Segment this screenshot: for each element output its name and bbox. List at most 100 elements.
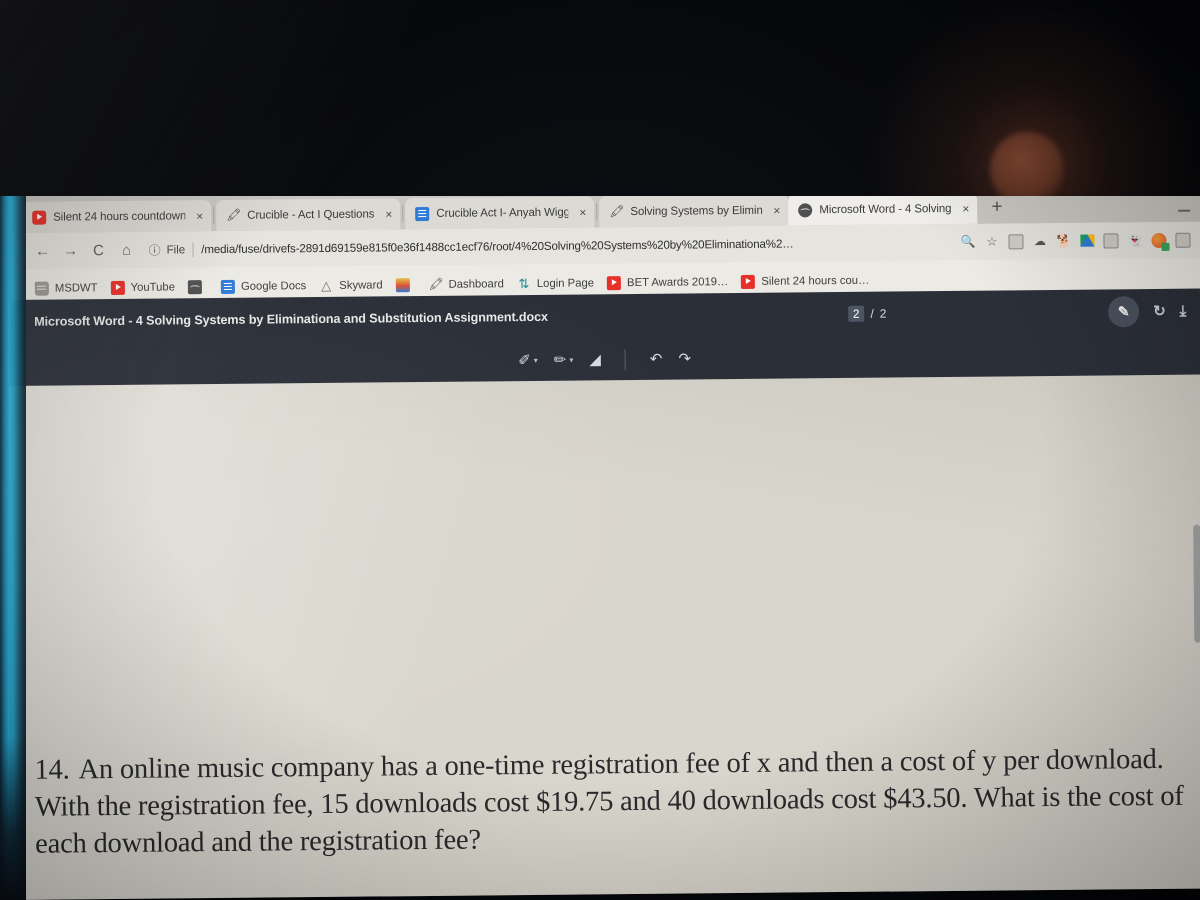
document-page: 14. An online music company has a one-tim…: [8, 374, 1200, 900]
pen-icon: ✐: [518, 351, 531, 370]
extension-share-icon[interactable]: [1103, 232, 1119, 249]
vertical-scrollbar[interactable]: [1193, 524, 1200, 643]
photographed-screen-scene: Silent 24 hours countdown tim × Crucible…: [0, 0, 1200, 900]
close-icon[interactable]: ×: [196, 209, 203, 223]
redo-button[interactable]: ↷: [678, 349, 691, 367]
url-scheme-label: File: [166, 242, 186, 256]
extension-cloud-icon[interactable]: ☁: [1032, 234, 1047, 249]
bookmark-silent-countdown[interactable]: Silent 24 hours cou…: [741, 273, 870, 289]
page-current[interactable]: 2: [847, 305, 865, 322]
folder-icon: [34, 281, 49, 296]
document-title: Microsoft Word - 4 Solving Systems by El…: [34, 309, 548, 329]
bookmark-label: Silent 24 hours cou…: [761, 274, 870, 288]
arrows-icon: ⇅: [518, 275, 530, 291]
extension-orange-icon[interactable]: [1151, 232, 1167, 248]
question-number: 14.: [34, 754, 70, 786]
bookmark-label: Login Page: [536, 276, 595, 290]
chevron-down-icon[interactable]: ▾: [534, 355, 538, 364]
question-block: 14. An online music company has a one-tim…: [34, 741, 1195, 863]
close-icon[interactable]: ×: [385, 207, 392, 221]
page-indicator: 2 / 2: [847, 305, 887, 322]
tab-microsoft-word-active[interactable]: Microsoft Word - 4 Solving Sys ×: [788, 196, 978, 226]
reload-icon[interactable]: C: [84, 242, 112, 259]
extension-pumpkin-icon[interactable]: 👻: [1127, 233, 1142, 248]
tab-label: Silent 24 hours countdown tim: [53, 209, 186, 224]
bookmark-label: BET Awards 2019…: [626, 275, 729, 289]
rotate-button[interactable]: ↻: [1153, 302, 1166, 320]
toolbar-divider: [624, 348, 626, 370]
bookmark-bet-awards[interactable]: BET Awards 2019…: [606, 275, 729, 290]
bookmark-label: YouTube: [130, 280, 176, 294]
back-icon[interactable]: ←: [28, 242, 56, 259]
extension-image-icon[interactable]: [1008, 233, 1024, 249]
tab-label: Solving Systems by Elimination: [630, 204, 763, 218]
tab-divider: [596, 203, 598, 221]
url-text: /media/fuse/drivefs-2891d69159e815f0e36f…: [201, 236, 794, 256]
undo-icon: ↶: [649, 350, 663, 368]
globe-icon: [187, 279, 203, 294]
annotate-pen-button[interactable]: ✎: [1108, 295, 1140, 327]
youtube-icon: [741, 274, 756, 289]
highlighter-tool[interactable]: ✏ ▾: [554, 351, 574, 369]
close-icon[interactable]: ×: [773, 203, 780, 217]
bookmark-msdwt[interactable]: MSDWT: [34, 281, 98, 296]
youtube-icon: [606, 275, 622, 290]
skyward-icon: △: [321, 277, 332, 293]
bookmark-dashboard[interactable]: Dashboard: [429, 277, 504, 292]
close-icon[interactable]: ×: [579, 205, 586, 219]
bookmark-label: Dashboard: [448, 277, 504, 291]
page-separator: /: [870, 306, 874, 321]
bezel-light-fade: [0, 736, 26, 900]
bookmark-colorful[interactable]: [395, 277, 416, 292]
new-tab-button[interactable]: +: [991, 196, 1002, 218]
google-docs-icon: [415, 206, 430, 221]
page-total: 2: [879, 306, 887, 321]
bookmark-youtube[interactable]: YouTube: [110, 280, 175, 295]
pen-tool[interactable]: ✐ ▾: [518, 351, 538, 369]
extension-dog-icon[interactable]: 🐕: [1056, 233, 1071, 248]
tab-solving-systems[interactable]: Solving Systems by Elimination ×: [599, 196, 789, 228]
chevron-down-icon[interactable]: ▾: [569, 355, 573, 364]
highlighter-icon: [609, 205, 623, 219]
download-button[interactable]: ⤓: [1180, 302, 1187, 319]
globe-icon: [798, 202, 813, 217]
bookmark-skyward[interactable]: △ Skyward: [319, 277, 383, 293]
home-icon[interactable]: ⌂: [112, 241, 140, 258]
tab-silent-countdown[interactable]: Silent 24 hours countdown tim ×: [22, 200, 212, 233]
screen-reflection-blob: [990, 132, 1064, 206]
highlighter-icon: [226, 208, 240, 222]
youtube-icon: [110, 280, 125, 295]
eraser-tool[interactable]: ◢: [589, 350, 601, 368]
question-text: An online music company has a one-time r…: [34, 743, 1184, 860]
address-bar[interactable]: ⓘ File /media/fuse/drivefs-2891d69159e81…: [148, 229, 952, 263]
google-docs-icon: [220, 279, 236, 294]
url-divider: [192, 241, 194, 257]
close-icon[interactable]: ×: [962, 201, 969, 215]
minimize-window-button[interactable]: [1178, 210, 1191, 212]
page-info-icon[interactable]: ⓘ: [148, 241, 160, 258]
redo-icon: ↷: [678, 350, 692, 368]
tab-crucible-act-i-anyah[interactable]: Crucible Act I- Anyah Wiggins ×: [405, 196, 595, 230]
tab-label: Microsoft Word - 4 Solving Sys: [819, 202, 952, 216]
bookmark-star-icon[interactable]: ☆: [984, 234, 999, 249]
colorful-icon: [395, 277, 410, 292]
bookmark-globe[interactable]: [187, 279, 208, 294]
eraser-icon: ◢: [589, 351, 601, 369]
highlighter-icon: ✏: [553, 351, 567, 369]
document-viewer: Microsoft Word - 4 Solving Systems by El…: [8, 288, 1200, 900]
youtube-icon: [32, 210, 47, 225]
tab-crucible-act-i-questions[interactable]: Crucible - Act I Questions ×: [216, 198, 401, 232]
bookmark-google-docs[interactable]: Google Docs: [220, 279, 306, 294]
highlighter-icon: [429, 277, 443, 291]
forward-icon[interactable]: →: [56, 242, 84, 259]
extension-card-icon[interactable]: [1175, 232, 1191, 248]
document-title-actions: ✎ ↻ ⤓: [1108, 295, 1200, 327]
omnibox-actions: 🔍 ☆ ☁ 🐕 👻: [952, 232, 1200, 249]
laptop-screen: Silent 24 hours countdown tim × Crucible…: [0, 196, 1200, 900]
undo-button[interactable]: ↶: [650, 350, 663, 368]
zoom-search-icon[interactable]: 🔍: [960, 234, 975, 249]
bookmark-login-page[interactable]: ⇅ Login Page: [517, 276, 594, 291]
tab-label: Crucible Act I- Anyah Wiggins: [436, 206, 569, 220]
bookmark-label: Skyward: [339, 278, 383, 292]
google-drive-icon[interactable]: [1080, 234, 1095, 247]
